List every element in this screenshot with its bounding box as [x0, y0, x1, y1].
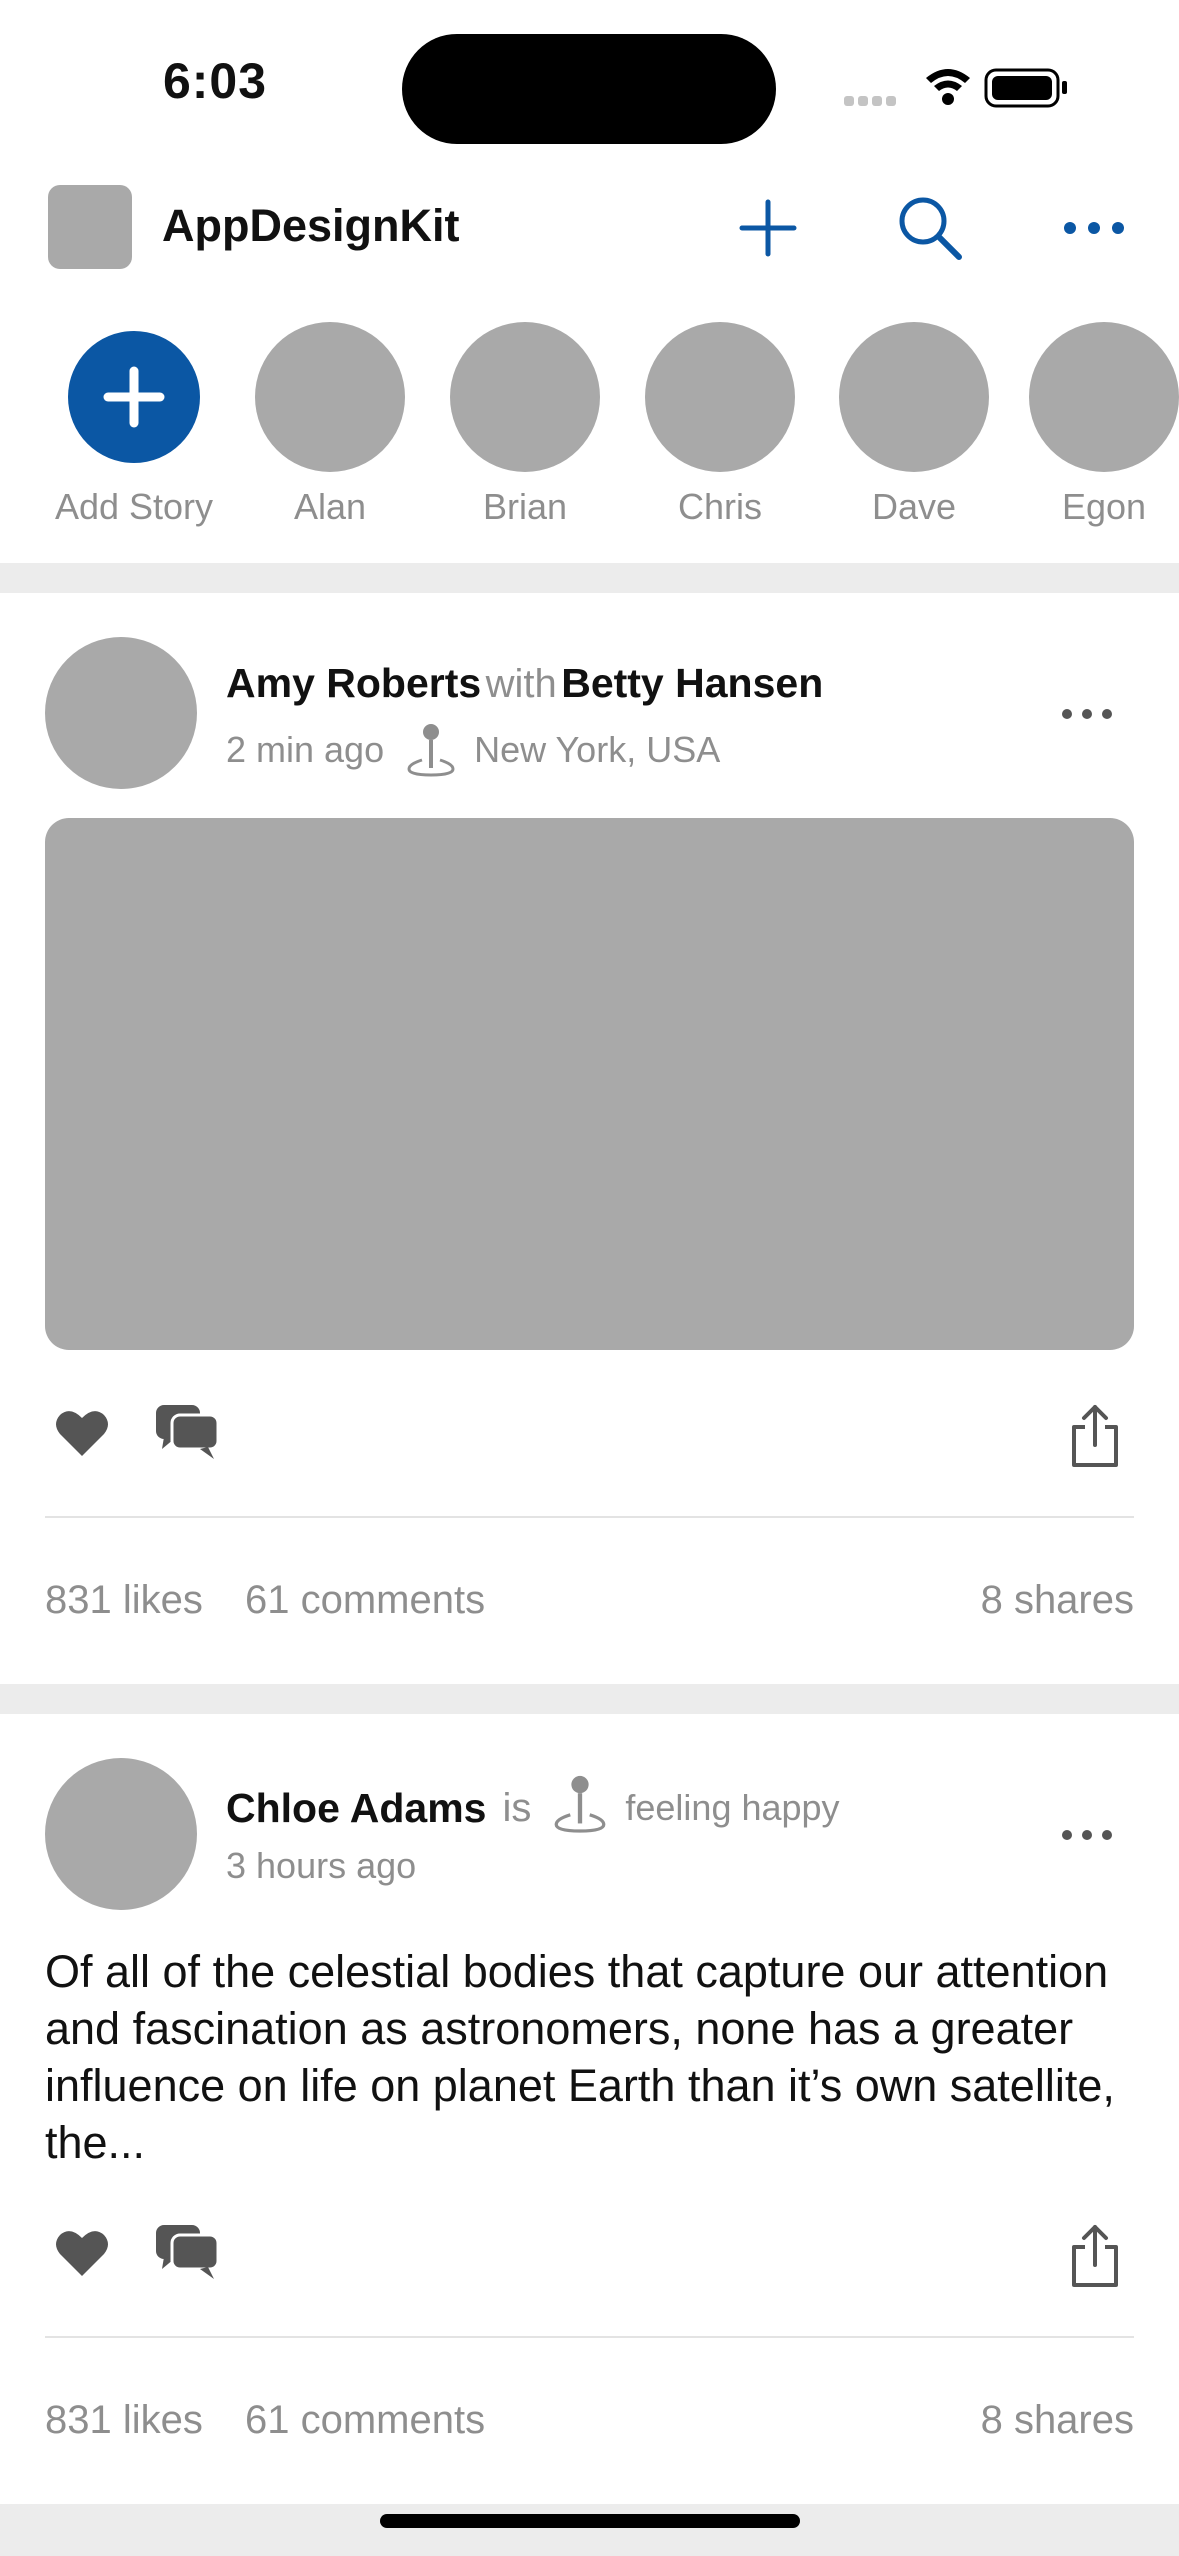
share-button[interactable]	[1055, 1396, 1135, 1476]
comment-button[interactable]	[148, 2212, 228, 2292]
story-dave[interactable]: Dave	[834, 322, 994, 528]
share-icon	[1072, 1405, 1118, 1467]
search-icon	[899, 197, 962, 260]
post-separator	[45, 1516, 1134, 1518]
post-time: 3 hours ago	[226, 1845, 417, 1886]
post-author[interactable]: Amy Roberts	[226, 660, 481, 706]
heart-icon	[56, 1411, 108, 1456]
post-meta: 2 min ago New York, USA	[226, 722, 720, 778]
status-icons	[844, 64, 1084, 110]
post-image[interactable]	[45, 818, 1134, 1350]
section-divider	[0, 2504, 1179, 2556]
share-icon	[1072, 2225, 1118, 2287]
more-horizontal-icon	[1062, 709, 1112, 719]
heart-icon	[56, 2231, 108, 2276]
comments-icon	[156, 2225, 220, 2279]
wifi-icon	[926, 69, 970, 105]
likes-count[interactable]: 831 likes	[45, 1578, 203, 1623]
post-time: 2 min ago	[226, 729, 385, 770]
story-avatar	[450, 322, 600, 472]
section-divider	[0, 1684, 1179, 1714]
post-avatar[interactable]	[45, 637, 197, 789]
post-header-line: Chloe Adams is feeling happy	[226, 1775, 840, 1835]
story-avatar	[645, 322, 795, 472]
story-label: Brian	[482, 486, 568, 527]
status-time: 6:03	[162, 53, 268, 109]
likes-count[interactable]: 831 likes	[45, 2398, 203, 2443]
post-more-button[interactable]	[1047, 1805, 1127, 1865]
story-label: Egon	[1061, 486, 1147, 527]
story-label: Dave	[871, 486, 957, 527]
story-label: Add Story	[54, 486, 214, 527]
story-alan[interactable]: Alan	[250, 322, 410, 528]
post-more-button[interactable]	[1047, 684, 1127, 744]
post-avatar[interactable]	[45, 1758, 197, 1910]
share-button[interactable]	[1055, 2216, 1135, 2296]
add-post-button[interactable]	[726, 186, 810, 270]
battery-icon	[984, 68, 1067, 108]
post-header-line: Amy Roberts with Betty Hansen	[226, 660, 823, 707]
post-feeling: feeling happy	[625, 1787, 840, 1828]
app-title: AppDesignKit	[162, 200, 460, 251]
shares-count[interactable]: 8 shares	[981, 2398, 1134, 2443]
app-logo	[48, 185, 132, 269]
post-tagged-user[interactable]: Betty Hansen	[561, 660, 823, 706]
story-avatar	[1029, 322, 1179, 472]
home-indicator[interactable]	[380, 2514, 800, 2528]
more-horizontal-icon	[1062, 1830, 1112, 1840]
post-connector: with	[485, 662, 557, 706]
shares-count[interactable]: 8 shares	[981, 1578, 1134, 1623]
post-text[interactable]: Of all of the celestial bodies that capt…	[45, 1943, 1135, 2171]
story-avatar	[255, 322, 405, 472]
comments-count[interactable]: 61 comments	[245, 1578, 485, 1623]
add-story-icon	[68, 331, 200, 463]
more-horizontal-icon	[1064, 222, 1124, 234]
story-brian[interactable]: Brian	[445, 322, 605, 528]
post-connector: is	[502, 1785, 532, 1830]
dynamic-island	[402, 34, 776, 144]
post-author[interactable]: Chloe Adams	[226, 1785, 486, 1832]
plus-icon	[739, 199, 797, 257]
search-button[interactable]	[888, 186, 972, 270]
more-menu-button[interactable]	[1052, 186, 1136, 270]
story-label: Alan	[293, 486, 367, 527]
post-separator	[45, 2336, 1134, 2338]
comment-button[interactable]	[148, 1392, 228, 1472]
story-add[interactable]: Add Story	[54, 322, 214, 528]
story-label: Chris	[677, 486, 762, 527]
comments-count[interactable]: 61 comments	[245, 2398, 485, 2443]
section-divider	[0, 563, 1179, 593]
like-button[interactable]	[42, 2213, 122, 2293]
like-button[interactable]	[42, 1393, 122, 1473]
story-avatar	[839, 322, 989, 472]
post-location[interactable]: New York, USA	[474, 729, 720, 771]
cellular-signal-icon	[844, 96, 896, 106]
story-chris[interactable]: Chris	[640, 322, 800, 528]
story-egon[interactable]: Egon	[1029, 322, 1179, 528]
location-pin-icon	[407, 724, 455, 777]
comments-icon	[156, 1405, 220, 1459]
location-pin-icon	[554, 1775, 606, 1833]
